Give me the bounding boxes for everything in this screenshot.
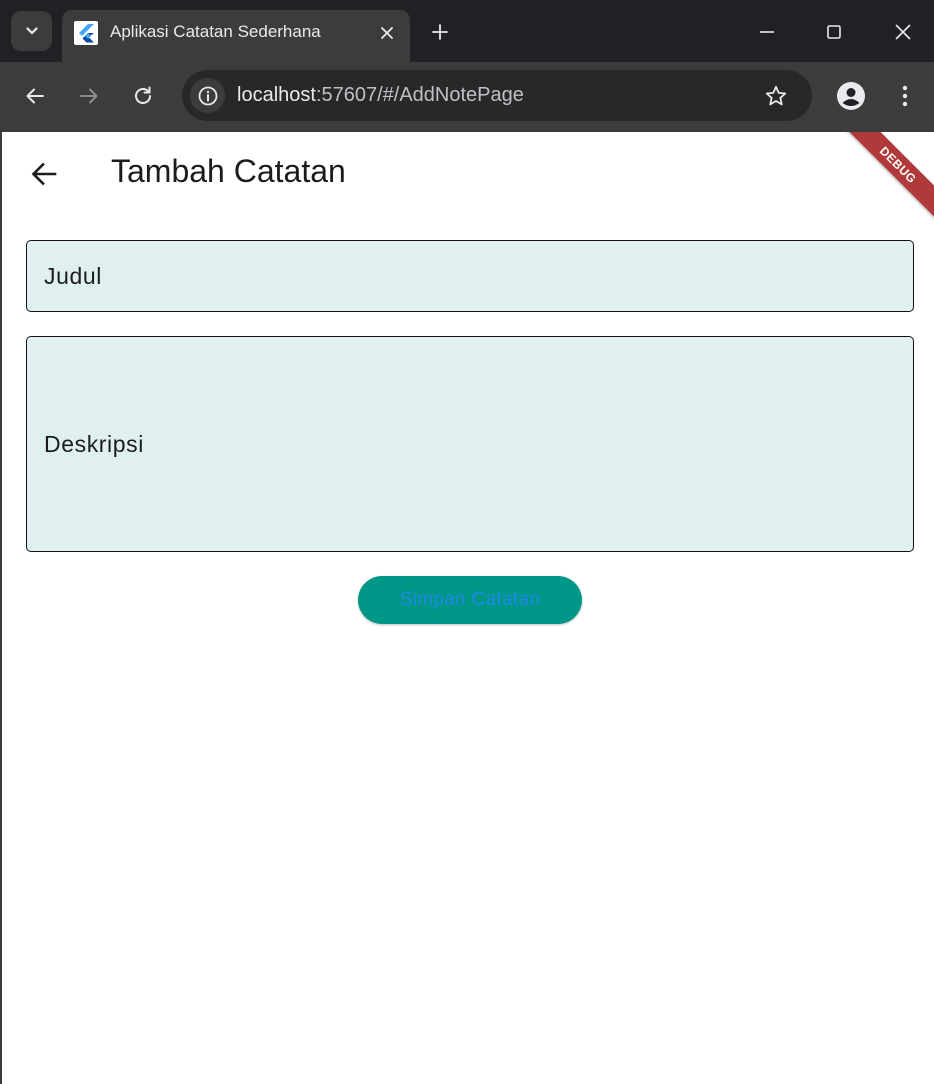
app-bar: Tambah Catatan <box>2 132 934 216</box>
browser-toolbar: localhost:57607/#/AddNotePage <box>0 62 934 132</box>
back-button[interactable] <box>17 78 53 114</box>
forward-icon <box>80 88 98 104</box>
tab-title: Aplikasi Catatan Sederhana <box>110 22 321 41</box>
description-input[interactable] <box>27 337 913 551</box>
tab-search-button[interactable] <box>11 11 52 51</box>
page-viewport: Tambah Catatan Simpan Catatan DEBUG <box>2 132 934 1084</box>
reload-icon <box>135 86 151 104</box>
title-field[interactable] <box>26 240 914 312</box>
url-text[interactable]: localhost:57607/#/AddNotePage <box>237 84 524 107</box>
plus-icon <box>432 24 448 40</box>
url-host: localhost <box>237 84 316 106</box>
save-note-button[interactable]: Simpan Catatan <box>358 576 582 624</box>
chevron-down-icon <box>25 27 38 35</box>
arrow-back-icon <box>31 162 57 186</box>
site-info-button[interactable] <box>190 78 225 113</box>
description-field[interactable] <box>26 336 914 552</box>
reload-button[interactable] <box>125 78 161 114</box>
close-icon <box>381 27 393 39</box>
bookmark-button[interactable] <box>760 80 792 112</box>
app-back-button[interactable] <box>24 154 64 194</box>
title-input[interactable] <box>27 241 913 311</box>
forward-button[interactable] <box>71 78 107 114</box>
browser-tab[interactable]: Aplikasi Catatan Sederhana <box>62 10 410 62</box>
info-icon <box>198 86 217 105</box>
profile-icon <box>837 82 865 110</box>
tab-close-button[interactable] <box>374 20 400 46</box>
maximize-button[interactable] <box>816 14 852 50</box>
star-icon <box>765 85 787 106</box>
flutter-icon <box>74 21 98 45</box>
window-close-button[interactable] <box>885 14 921 50</box>
window-close-icon <box>895 24 911 40</box>
profile-button[interactable] <box>833 78 869 114</box>
maximize-icon <box>827 25 841 39</box>
more-icon <box>902 85 908 107</box>
minimize-button[interactable] <box>749 14 785 50</box>
new-tab-button[interactable] <box>425 17 455 47</box>
minimize-icon <box>760 31 774 33</box>
more-menu-button[interactable] <box>887 78 923 114</box>
back-icon <box>26 88 44 104</box>
tab-strip: Aplikasi Catatan Sederhana <box>0 0 934 62</box>
address-bar[interactable]: localhost:57607/#/AddNotePage <box>182 70 812 121</box>
url-path: :57607/#/AddNotePage <box>315 84 524 106</box>
page-title: Tambah Catatan <box>111 153 346 189</box>
